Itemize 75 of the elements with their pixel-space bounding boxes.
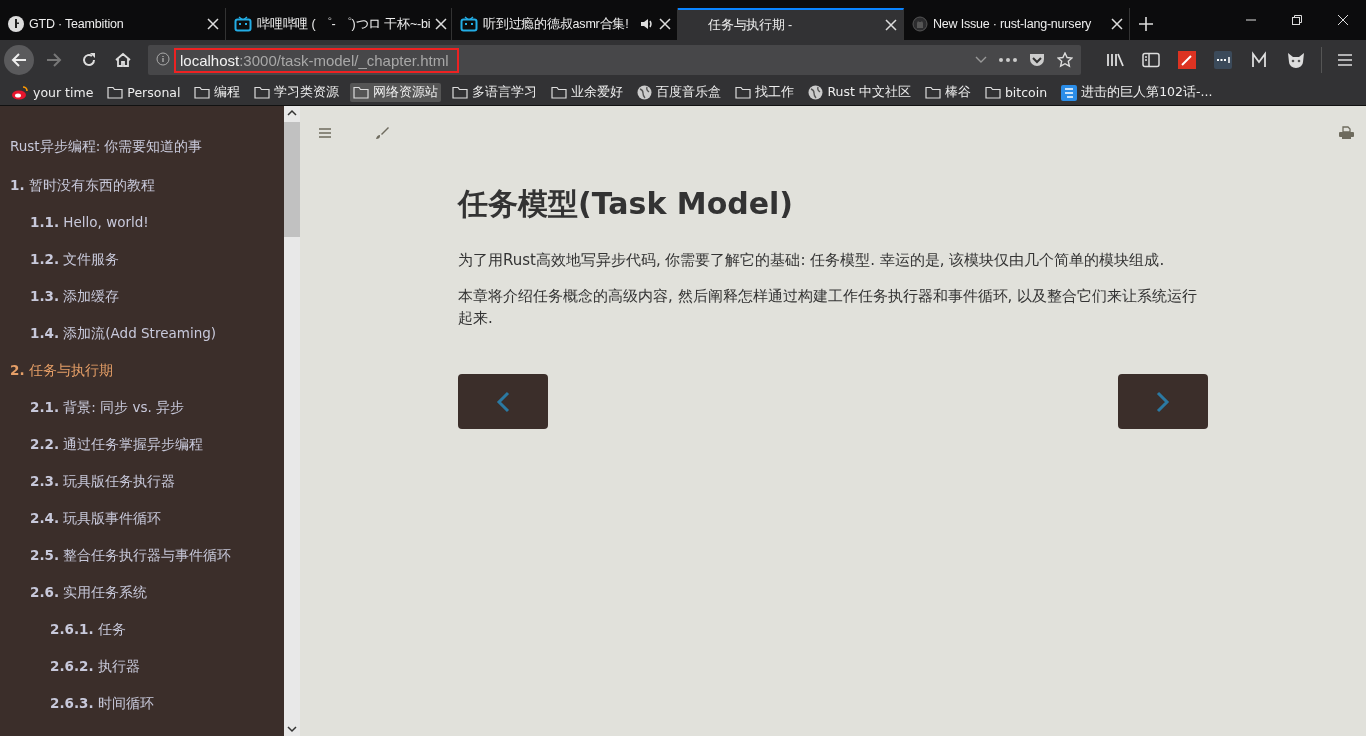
bookmark[interactable]: bitcoin — [981, 84, 1051, 101]
close-icon[interactable] — [207, 18, 219, 30]
bookmark[interactable]: Rust 中文社区 — [805, 83, 914, 102]
star-icon[interactable] — [1057, 52, 1073, 68]
scrollbar[interactable] — [284, 106, 300, 736]
close-icon[interactable] — [435, 18, 448, 30]
tab-title: 任务与执行期 - — [708, 16, 794, 34]
bookmark[interactable]: 网络资源站 — [350, 83, 442, 102]
weibo-icon — [11, 85, 29, 100]
chapter-link[interactable]: 1. 暂时没有东西的教程 — [0, 175, 284, 212]
page-heading: 任务模型(Task Model) — [458, 185, 795, 223]
folder-icon — [551, 86, 568, 99]
bookmark[interactable]: 百度音乐盒 — [634, 83, 725, 102]
close-icon[interactable] — [659, 18, 671, 30]
globe-icon — [637, 85, 653, 100]
more-icon[interactable] — [999, 58, 1017, 62]
back-icon[interactable] — [4, 45, 34, 75]
bookmark[interactable]: 进击的巨人第102话-... — [1058, 83, 1216, 102]
t-logo-icon — [8, 16, 24, 32]
chapter-link[interactable]: 2.6.2. 执行器 — [0, 656, 284, 693]
close-icon[interactable] — [1111, 18, 1123, 30]
menu-icon[interactable] — [319, 128, 331, 138]
speaker-icon[interactable] — [640, 17, 654, 31]
info-icon[interactable] — [156, 51, 170, 69]
bookmark[interactable]: 编程 — [191, 83, 244, 102]
address-bar[interactable]: localhost:3000/task-model/_chapter.html — [148, 45, 1081, 75]
tab-title: GTD · Teambition — [29, 17, 125, 31]
chapter-link[interactable]: 1.3. 添加缓存 — [0, 286, 284, 323]
chevron-left-icon — [496, 390, 510, 413]
scroll-thumb[interactable] — [284, 122, 300, 237]
chapter-link[interactable]: 1.1. Hello, world! — [0, 212, 284, 249]
tab-title: New Issue · rust-lang-nursery — [933, 17, 1093, 31]
chapter-link[interactable]: 2. 任务与执行期 — [0, 360, 284, 397]
chapter-link[interactable]: 2.6. 实用任务系统 — [0, 582, 284, 619]
folder-icon — [254, 86, 271, 99]
chapter-link[interactable]: 2.6.1. 任务 — [0, 619, 284, 656]
tv-icon — [460, 16, 478, 32]
folder-icon — [735, 86, 752, 99]
chapter-link[interactable]: 2.5. 整合任务执行器与事件循环 — [0, 545, 284, 582]
paragraph: 为了用Rust高效地写异步代码, 你需要了解它的基础: 任务模型. 幸运的是, 该模块仅由几个简单的模块组成. — [458, 250, 1166, 271]
bookmark[interactable]: 业余爱好 — [548, 83, 627, 102]
paragraph: 本章将介绍任务概念的高级内容, 然后阐释怎样通过构建工作任务执行器和事件循环, 以及整合它们来让系统运行起来. — [458, 286, 1199, 329]
url-text: localhost:3000/task-model/_chapter.html — [174, 47, 459, 73]
tv-icon — [234, 16, 252, 32]
tab-title: 哔哩哔哩 ( ゜- ゜)つロ 干杯~-bi — [257, 15, 431, 33]
bookmark[interactable]: 多语言学习 — [449, 83, 541, 102]
bookmark[interactable]: your time — [8, 84, 97, 101]
folder-icon — [107, 86, 124, 99]
folder-icon — [984, 86, 1001, 99]
manga-icon — [1061, 84, 1078, 101]
brush-icon[interactable] — [375, 126, 389, 140]
globe-icon — [808, 85, 824, 100]
bookmark[interactable]: Personal — [104, 84, 184, 101]
close-icon[interactable] — [885, 19, 897, 31]
chevron-right-icon — [1156, 390, 1170, 413]
chapter-link[interactable]: 2.6.3. 时间循环 — [0, 693, 284, 730]
book-title[interactable]: Rust异步编程: 你需要知道的事 — [0, 138, 284, 156]
bookmark[interactable]: 棒谷 — [921, 83, 974, 102]
folder-icon — [452, 86, 469, 99]
chapter-link[interactable]: 1.2. 文件服务 — [0, 249, 284, 286]
pocket-icon[interactable] — [1029, 53, 1045, 67]
folder-icon — [924, 86, 941, 99]
bookmark[interactable]: 找工作 — [732, 83, 798, 102]
browser-tab[interactable]: 任务与执行期 - — [678, 8, 904, 40]
folder-icon — [353, 86, 370, 99]
chapter-link[interactable]: 2.2. 通过任务掌握异步编程 — [0, 434, 284, 471]
chapter-link[interactable]: 1.4. 添加流(Add Streaming) — [0, 323, 284, 360]
chevron-down-icon[interactable] — [975, 56, 987, 64]
chapter-link[interactable]: 2.1. 背景: 同步 vs. 异步 — [0, 397, 284, 434]
folder-icon — [194, 86, 211, 99]
bookmark[interactable]: 学习类资源 — [251, 83, 343, 102]
chapter-link[interactable]: 2.4. 玩具版事件循环 — [0, 508, 284, 545]
tab-title: 听到过瘾的德叔asmr合集! — [483, 15, 630, 33]
print-icon[interactable] — [1339, 126, 1354, 140]
chapter-link[interactable]: 2.3. 玩具版任务执行器 — [0, 471, 284, 508]
